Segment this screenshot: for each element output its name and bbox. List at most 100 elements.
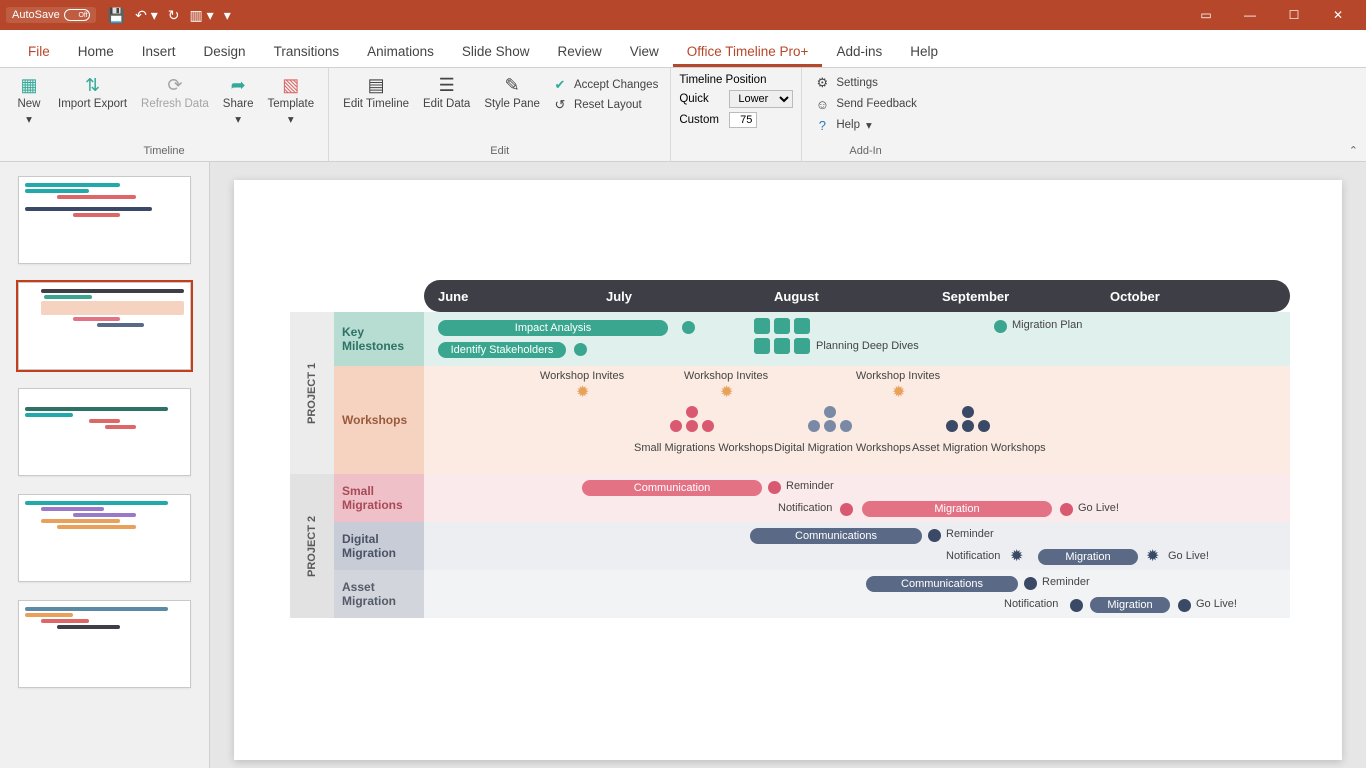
- menu-bar: File Home Insert Design Transitions Anim…: [0, 30, 1366, 68]
- ribbon-group-position: Timeline Position Quick Lower Custom: [671, 68, 802, 161]
- tab-slideshow[interactable]: Slide Show: [448, 35, 544, 67]
- bar-communication[interactable]: Communication: [582, 480, 762, 496]
- template-button[interactable]: ▧Template▾: [261, 72, 320, 145]
- month-june: June: [424, 289, 592, 304]
- burst-icon[interactable]: ✹: [720, 382, 733, 402]
- tab-view[interactable]: View: [616, 35, 673, 67]
- milestone-dot[interactable]: [574, 343, 587, 356]
- redo-icon[interactable]: ↻: [168, 7, 180, 24]
- burst-icon[interactable]: ✹: [1146, 546, 1159, 566]
- cluster-asset-migration[interactable]: [946, 406, 990, 432]
- label-notification-3: Notification: [1004, 598, 1058, 610]
- quick-select[interactable]: Lower: [729, 90, 793, 108]
- tab-review[interactable]: Review: [543, 35, 615, 67]
- milestone-migration-plan[interactable]: [994, 320, 1007, 333]
- project-2-label: PROJECT 2: [290, 474, 334, 618]
- ribbon-display-icon[interactable]: ▭: [1184, 0, 1228, 30]
- group-label-timeline: Timeline: [8, 145, 320, 159]
- refresh-icon: ⟳: [161, 74, 189, 96]
- tab-animations[interactable]: Animations: [353, 35, 448, 67]
- cluster-digital-migration[interactable]: [808, 406, 852, 432]
- qat-more-icon[interactable]: ▾: [224, 7, 231, 24]
- slide-thumb-1[interactable]: [18, 176, 191, 264]
- slide-thumb-4[interactable]: [18, 494, 191, 582]
- milestone-reminder[interactable]: [768, 481, 781, 494]
- undo-icon[interactable]: ↶ ▾: [135, 7, 158, 24]
- close-icon[interactable]: ✕: [1316, 0, 1360, 30]
- burst-icon[interactable]: ✹: [1010, 546, 1023, 566]
- slide-thumb-3[interactable]: [18, 388, 191, 476]
- feedback-button[interactable]: ☺Send Feedback: [810, 95, 921, 113]
- label-invite-2: Workshop Invites: [676, 370, 776, 382]
- minimize-icon[interactable]: —: [1228, 0, 1272, 30]
- tab-home[interactable]: Home: [64, 35, 128, 67]
- slide: June July August September October PROJE…: [234, 180, 1342, 760]
- deep-dive-icon[interactable]: [774, 338, 790, 354]
- group-label-edit: Edit: [337, 145, 662, 159]
- smile-icon: ☺: [814, 96, 830, 112]
- deep-dive-icon[interactable]: [794, 338, 810, 354]
- project-1: PROJECT 1 Key Milestones Impact Analysis…: [290, 312, 1290, 474]
- milestone-reminder-3[interactable]: [1024, 577, 1037, 590]
- tab-file[interactable]: File: [14, 35, 64, 67]
- accept-changes-button[interactable]: ✔Accept Changes: [548, 76, 662, 94]
- style-pane-button[interactable]: ✎Style Pane: [478, 72, 546, 145]
- group-label-addin: Add-In: [810, 145, 921, 159]
- custom-input[interactable]: [729, 112, 757, 128]
- bar-migration-3[interactable]: Migration: [1090, 597, 1170, 613]
- bar-identify-stakeholders[interactable]: Identify Stakeholders: [438, 342, 566, 358]
- save-icon[interactable]: 💾: [108, 7, 125, 24]
- settings-button[interactable]: ⚙Settings: [810, 74, 921, 92]
- toggle-icon: Off: [64, 9, 90, 21]
- label-small-migrations: Small Migrations: [334, 474, 424, 522]
- tab-insert[interactable]: Insert: [128, 35, 190, 67]
- autosave-toggle[interactable]: AutoSave Off: [6, 7, 96, 23]
- ribbon-group-timeline: ▦New▾ ⇅Import Export ⟳Refresh Data ➦Shar…: [0, 68, 329, 161]
- milestone-reminder-2[interactable]: [928, 529, 941, 542]
- bar-communications-3[interactable]: Communications: [866, 576, 1018, 592]
- share-button[interactable]: ➦Share▾: [217, 72, 260, 145]
- slide-thumb-2[interactable]: [18, 282, 191, 370]
- burst-icon[interactable]: ✹: [892, 382, 905, 402]
- tab-help[interactable]: Help: [896, 35, 952, 67]
- tab-office-timeline[interactable]: Office Timeline Pro+: [673, 35, 823, 67]
- milestone-dot[interactable]: [682, 321, 695, 334]
- edit-timeline-button[interactable]: ▤Edit Timeline: [337, 72, 415, 145]
- timescale: June July August September October: [424, 280, 1290, 312]
- help-icon: ?: [814, 117, 830, 133]
- bar-communications-2[interactable]: Communications: [750, 528, 922, 544]
- deep-dive-icon[interactable]: [774, 318, 790, 334]
- burst-icon[interactable]: ✹: [576, 382, 589, 402]
- reset-layout-button[interactable]: ↺Reset Layout: [548, 96, 662, 114]
- milestone-notification-3[interactable]: [1070, 599, 1083, 612]
- help-button[interactable]: ?Help▾: [810, 116, 921, 134]
- ribbon: ▦New▾ ⇅Import Export ⟳Refresh Data ➦Shar…: [0, 68, 1366, 162]
- label-reminder-2: Reminder: [946, 528, 994, 540]
- refresh-data-button[interactable]: ⟳Refresh Data: [135, 72, 215, 145]
- tab-design[interactable]: Design: [190, 35, 260, 67]
- new-button[interactable]: ▦New▾: [8, 72, 50, 145]
- tab-transitions[interactable]: Transitions: [260, 35, 354, 67]
- maximize-icon[interactable]: ☐: [1272, 0, 1316, 30]
- milestone-notification[interactable]: [840, 503, 853, 516]
- slide-canvas[interactable]: June July August September October PROJE…: [210, 162, 1366, 768]
- edit-data-button[interactable]: ☰Edit Data: [417, 72, 476, 145]
- import-export-button[interactable]: ⇅Import Export: [52, 72, 133, 145]
- deep-dive-icon[interactable]: [794, 318, 810, 334]
- autosave-label: AutoSave: [12, 9, 60, 21]
- deep-dive-icon[interactable]: [754, 318, 770, 334]
- milestone-golive-3[interactable]: [1178, 599, 1191, 612]
- cluster-small-migrations[interactable]: [670, 406, 714, 432]
- slide-thumb-5[interactable]: [18, 600, 191, 688]
- present-icon[interactable]: ▥ ▾: [190, 7, 214, 24]
- bar-impact-analysis[interactable]: Impact Analysis: [438, 320, 668, 336]
- milestone-golive-1[interactable]: [1060, 503, 1073, 516]
- bar-migration-2[interactable]: Migration: [1038, 549, 1138, 565]
- deep-dive-icon[interactable]: [754, 338, 770, 354]
- tab-addins[interactable]: Add-ins: [822, 35, 896, 67]
- bar-migration-1[interactable]: Migration: [862, 501, 1052, 517]
- project-2: PROJECT 2 Small Migrations Communication…: [290, 474, 1290, 618]
- label-digital-migration: Digital Migration: [334, 522, 424, 570]
- title-bar: AutoSave Off 💾 ↶ ▾ ↻ ▥ ▾ ▾ ▭ — ☐ ✕: [0, 0, 1366, 30]
- collapse-ribbon-icon[interactable]: ⌃: [1349, 144, 1358, 157]
